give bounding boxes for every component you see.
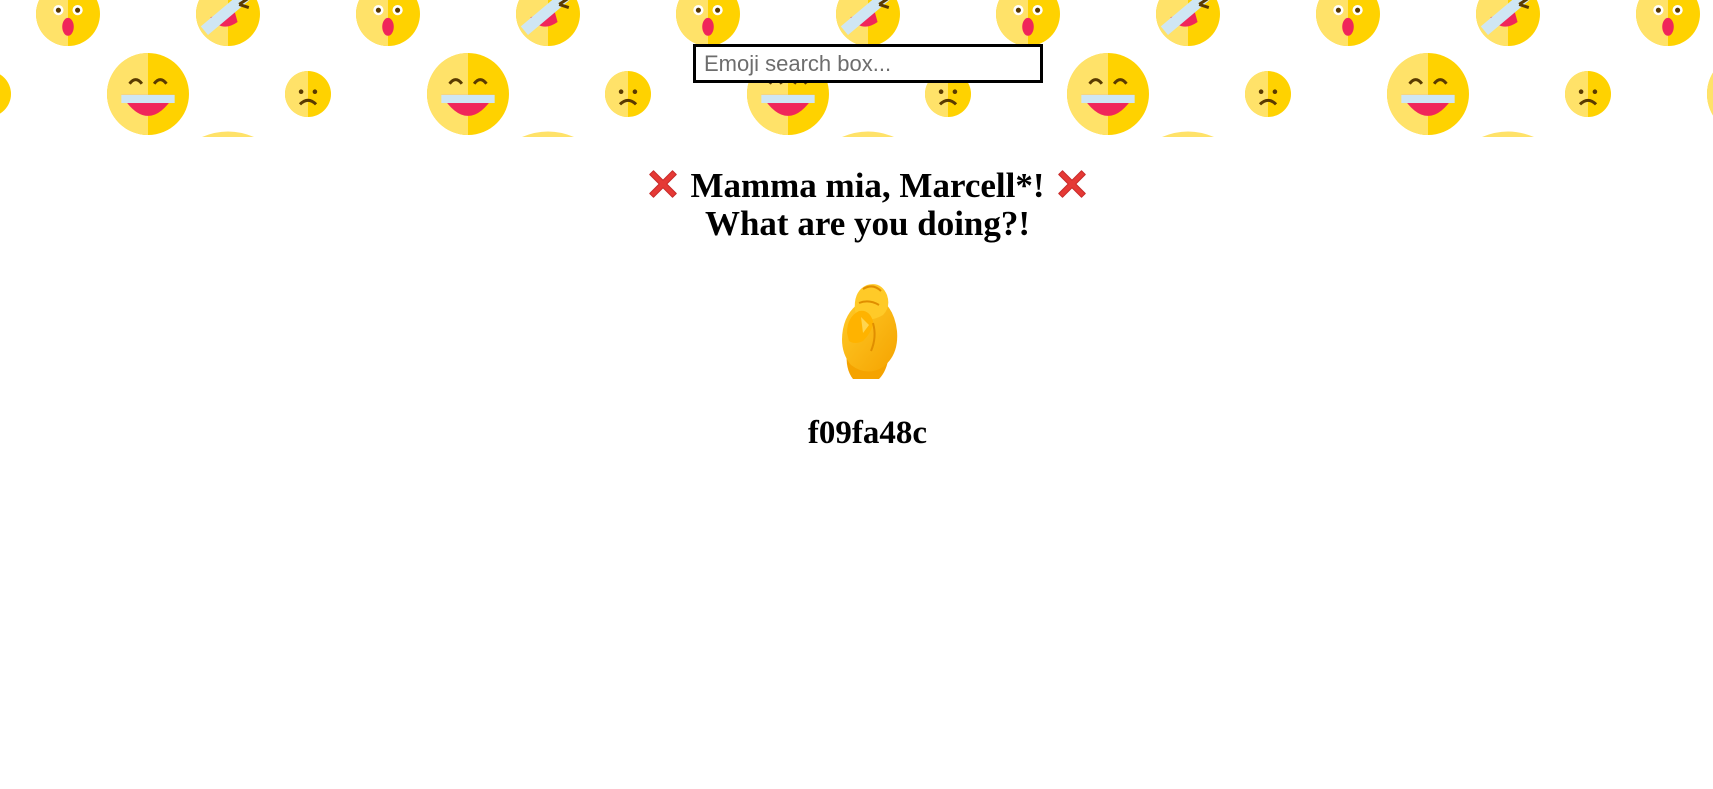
- emoji-search-input[interactable]: [693, 44, 1043, 83]
- astonished-face-icon: [1636, 0, 1700, 46]
- astonished-face-icon: [356, 0, 420, 46]
- grinning-face-icon: [1067, 53, 1149, 135]
- grinning-face-icon: [1707, 72, 1713, 116]
- astonished-face-icon: [1316, 0, 1380, 46]
- frowning-face-icon: [605, 71, 651, 117]
- partial-emoji-icon: [202, 131, 254, 137]
- partial-emoji-icon: [522, 131, 574, 137]
- frowning-face-icon: [1565, 71, 1611, 117]
- cross-mark-icon: [1058, 170, 1087, 198]
- frowning-face-icon: [0, 74, 11, 114]
- face-with-bandage-icon: [1156, 0, 1220, 46]
- grinning-face-icon: [1387, 53, 1469, 135]
- astonished-face-icon: [996, 0, 1060, 46]
- partial-emoji-icon: [1482, 131, 1534, 137]
- error-message: Mamma mia, Marcell*! What are you doing?…: [0, 165, 1713, 243]
- pinched-fingers-icon: [842, 284, 898, 379]
- face-with-bandage-icon: [1476, 0, 1540, 46]
- search-box: [693, 44, 1043, 83]
- frowning-face-icon: [285, 71, 331, 117]
- partial-emoji-icon: [842, 131, 894, 137]
- emoji-code: f09fa48c: [807, 415, 928, 451]
- astonished-face-icon: [676, 0, 740, 46]
- grinning-face-icon: [427, 53, 509, 135]
- cross-mark-icon: [648, 170, 677, 198]
- face-with-bandage-icon: [516, 0, 580, 46]
- face-with-bandage-icon: [196, 0, 260, 46]
- face-with-bandage-icon: [836, 0, 900, 46]
- error-message-title: Mamma mia, Marcell*!: [690, 166, 1045, 205]
- grinning-face-icon: [107, 53, 189, 135]
- astonished-face-icon: [36, 0, 100, 46]
- error-message-subtitle: What are you doing?!: [704, 204, 1031, 243]
- partial-emoji-icon: [1162, 131, 1214, 137]
- frowning-face-icon: [1245, 71, 1291, 117]
- error-message-line-1: Mamma mia, Marcell*!: [0, 165, 1713, 205]
